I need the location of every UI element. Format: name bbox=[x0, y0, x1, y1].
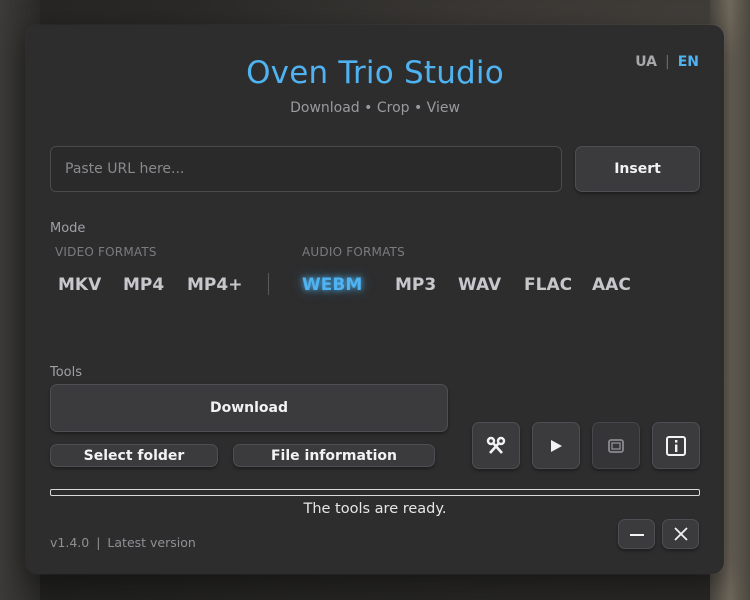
version-number: v1.4.0 bbox=[50, 535, 90, 550]
close-button[interactable] bbox=[662, 519, 699, 549]
status-text: The tools are ready. bbox=[303, 501, 447, 517]
lang-en-button[interactable]: EN bbox=[678, 54, 699, 70]
mode-label: Mode bbox=[50, 221, 86, 236]
format-mp4[interactable]: MP4 bbox=[123, 275, 164, 295]
minimize-icon bbox=[629, 534, 644, 536]
app-title: Oven Trio Studio bbox=[246, 55, 504, 91]
audio-formats-label: AUDIO FORMATS bbox=[302, 245, 405, 259]
format-mp4-plus[interactable]: MP4+ bbox=[187, 275, 242, 295]
app-subtitle: Download • Crop • View bbox=[290, 100, 460, 116]
format-mp3[interactable]: MP3 bbox=[395, 275, 436, 295]
minimize-button[interactable] bbox=[618, 519, 655, 549]
close-icon bbox=[673, 527, 688, 541]
crop-icon bbox=[608, 438, 624, 453]
version-separator: | bbox=[96, 535, 101, 550]
format-mkv[interactable]: MKV bbox=[58, 275, 101, 295]
play-button[interactable] bbox=[532, 422, 580, 469]
url-input[interactable] bbox=[50, 146, 562, 192]
format-aac[interactable]: AAC bbox=[592, 275, 631, 295]
format-divider bbox=[268, 273, 269, 295]
main-window: Oven Trio Studio Download • Crop • View … bbox=[26, 25, 724, 574]
lang-ua-button[interactable]: UA bbox=[635, 54, 657, 70]
scissors-icon bbox=[486, 436, 506, 454]
crop-button[interactable] bbox=[592, 422, 640, 469]
scissors-button[interactable] bbox=[472, 422, 520, 469]
version-info: v1.4.0 | Latest version bbox=[50, 535, 196, 550]
video-formats-label: VIDEO FORMATS bbox=[55, 245, 157, 259]
insert-button[interactable]: Insert bbox=[575, 146, 700, 192]
download-button[interactable]: Download bbox=[50, 384, 448, 432]
select-folder-button[interactable]: Select folder bbox=[50, 444, 218, 467]
format-wav[interactable]: WAV bbox=[458, 275, 501, 295]
language-switcher: UA | EN bbox=[635, 54, 699, 70]
format-flac[interactable]: FLAC bbox=[524, 275, 572, 295]
file-information-button[interactable]: File information bbox=[233, 444, 435, 467]
version-status: Latest version bbox=[107, 535, 196, 550]
tools-label: Tools bbox=[50, 365, 83, 380]
play-icon bbox=[551, 439, 562, 452]
format-webm[interactable]: WEBM bbox=[302, 275, 362, 295]
info-button[interactable] bbox=[652, 422, 700, 469]
lang-separator: | bbox=[665, 54, 670, 70]
info-icon bbox=[666, 435, 686, 456]
progress-bar bbox=[50, 489, 700, 496]
